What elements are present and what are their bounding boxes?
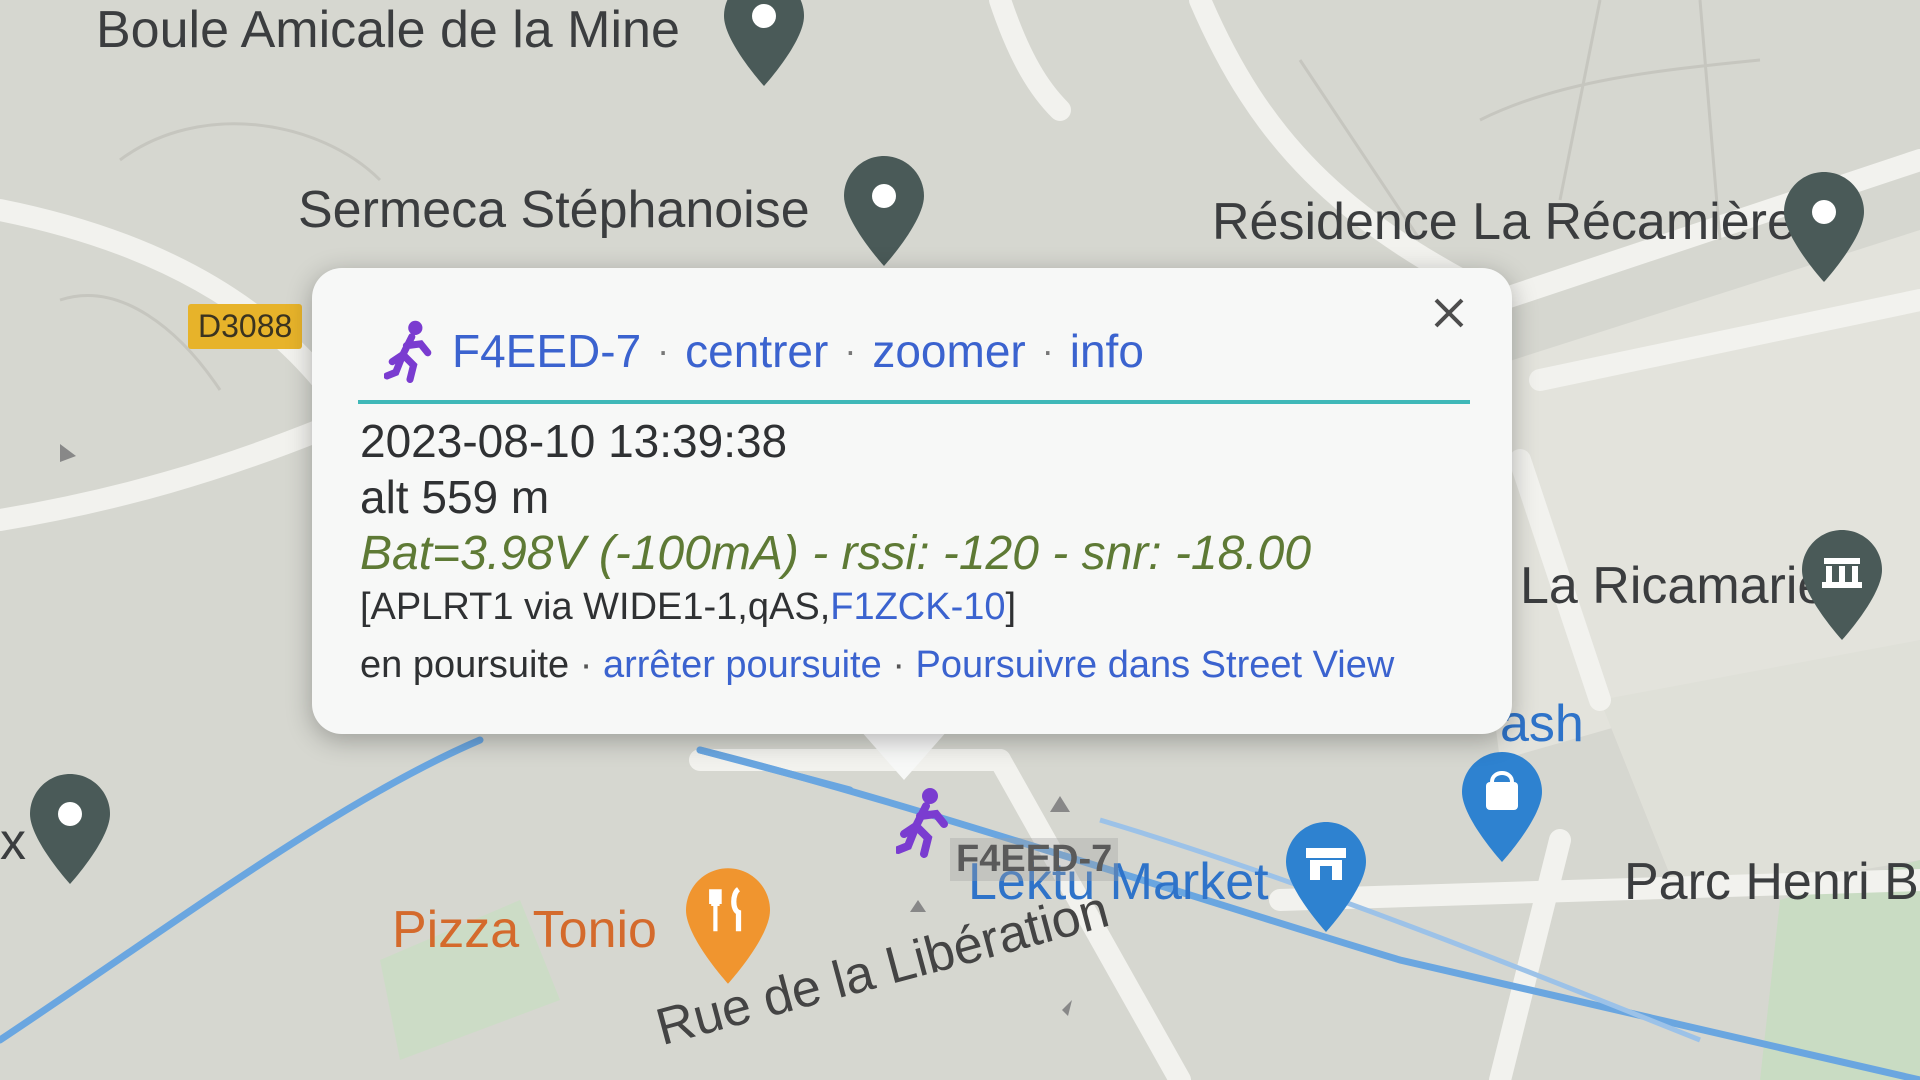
altitude: alt 559 m (360, 471, 550, 523)
poi-label-ricamarie[interactable]: La Ricamarie (1520, 556, 1826, 616)
path-text: [APLRT1 via WIDE1-1,qAS, (360, 586, 831, 628)
poi-label-wash[interactable]: ash (1500, 694, 1584, 754)
header-divider (358, 400, 1470, 404)
popup-header: F4EED-7 · centrer · zoomer · info (384, 316, 1472, 386)
tracking-row: en poursuite · arrêter poursuite · Pours… (360, 644, 1394, 687)
station-comment: Bat=3.98V (-100mA) - rssi: -120 - snr: -… (360, 527, 1312, 580)
station-runner-icon[interactable] (896, 786, 952, 858)
separator: · (892, 644, 905, 686)
center-link[interactable]: centrer (685, 324, 828, 378)
runner-icon (384, 320, 432, 383)
popup-tail (860, 730, 948, 780)
poi-label-parc-henri[interactable]: Parc Henri Ba (1624, 852, 1920, 912)
restaurant-pin-icon[interactable] (686, 868, 770, 984)
separator: · (657, 330, 670, 371)
tracking-status: en poursuite (360, 644, 570, 686)
igate-link[interactable]: F1ZCK-10 (830, 586, 1005, 628)
gray-pin-icon[interactable] (724, 0, 804, 86)
gray-pin-icon[interactable] (844, 156, 924, 266)
poi-label-sermeca[interactable]: Sermeca Stéphanoise (298, 180, 810, 240)
timestamp: 2023-08-10 13:39:38 (360, 415, 788, 467)
callsign-link[interactable]: F4EED-7 (452, 324, 641, 378)
separator: · (579, 644, 593, 686)
station-info-popup: F4EED-7 · centrer · zoomer · info 2023-0… (312, 268, 1512, 734)
info-link[interactable]: info (1070, 324, 1144, 378)
shop-pin-icon[interactable] (1286, 822, 1366, 932)
museum-pin-icon[interactable] (1802, 530, 1882, 640)
gray-pin-icon[interactable] (1784, 172, 1864, 282)
path-end: ] (1005, 586, 1017, 628)
packet-path: [APLRT1 via WIDE1-1,qAS,F1ZCK-10] (360, 586, 1016, 629)
poi-label-boule-amicale[interactable]: Boule Amicale de la Mine (96, 0, 680, 60)
poi-label-residence[interactable]: Résidence La Récamière (1212, 192, 1796, 252)
zoom-link[interactable]: zoomer (872, 324, 1025, 378)
stop-tracking-link[interactable]: arrêter poursuite (603, 644, 882, 686)
road-number-badge: D3088 (188, 304, 303, 349)
shopping-bag-pin-icon[interactable] (1462, 752, 1542, 862)
station-marker-label[interactable]: F4EED-7 (950, 838, 1119, 881)
poi-label-pizza-tonio[interactable]: Pizza Tonio (392, 900, 657, 960)
separator: · (844, 330, 857, 371)
gray-pin-icon[interactable] (30, 774, 110, 884)
poi-label-partial-x[interactable]: x (0, 812, 26, 872)
street-view-link[interactable]: Poursuivre dans Street View (916, 644, 1395, 686)
separator: · (1041, 330, 1054, 371)
